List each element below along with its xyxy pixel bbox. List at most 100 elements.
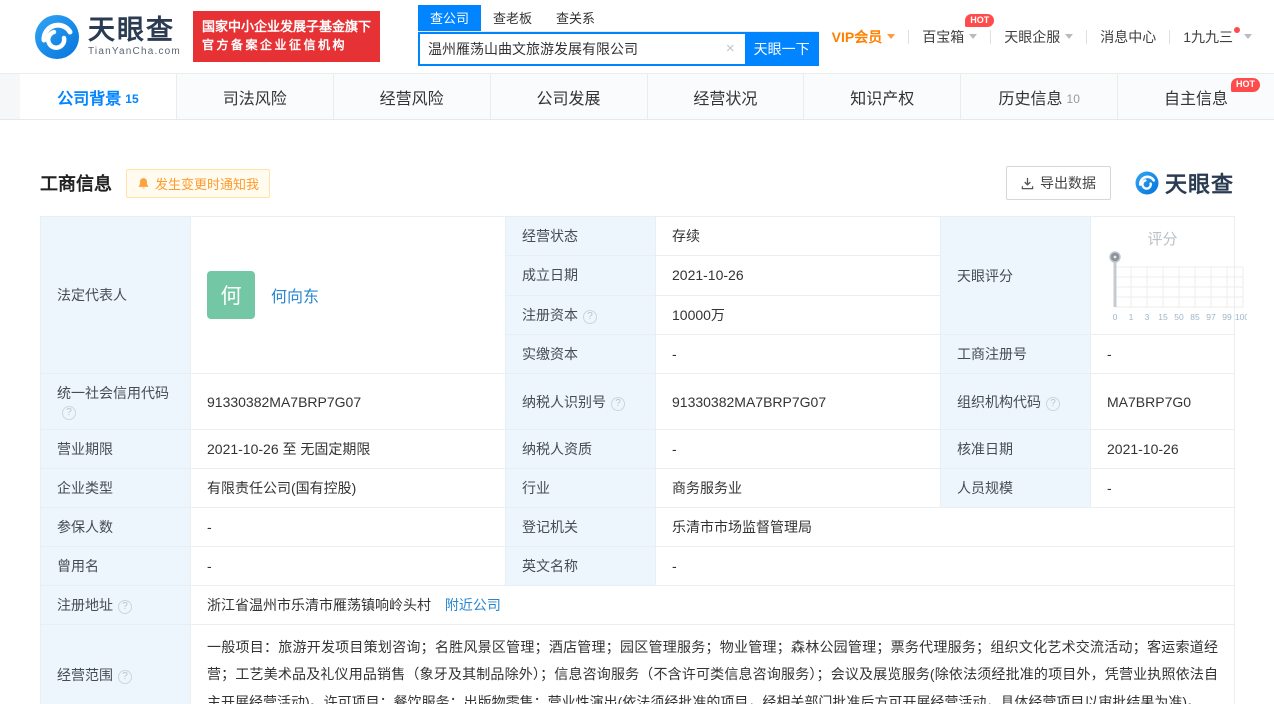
chevron-down-icon bbox=[1065, 34, 1074, 39]
toolbox-label: 百宝箱 bbox=[922, 28, 965, 45]
org-code-label: 组织机构代码? bbox=[940, 373, 1091, 430]
table-row: 注册地址? 浙江省温州市乐清市雁荡镇响岭头村 附近公司 bbox=[40, 585, 1235, 625]
table-row: 曾用名 - 英文名称 - bbox=[40, 546, 1235, 586]
business-info-table: 法定代表人 何 何向东 经营状态 存续 天眼评分 评分 0 1 3 15 50 … bbox=[40, 215, 1247, 704]
tick-label: 100 bbox=[1235, 312, 1247, 322]
chevron-down-icon bbox=[887, 34, 896, 39]
tab-intellectual-property[interactable]: 知识产权 bbox=[804, 74, 962, 119]
bell-icon bbox=[138, 177, 149, 188]
tick-label: 0 bbox=[1113, 312, 1118, 322]
taxpayer-qualification-label: 纳税人资质 bbox=[505, 429, 656, 469]
tab-label: 经营风险 bbox=[379, 90, 444, 108]
former-name-label: 曾用名 bbox=[40, 546, 191, 586]
uscc-label: 统一社会信用代码? bbox=[40, 373, 191, 430]
search-tabs: 查公司 查老板 查关系 bbox=[417, 4, 819, 32]
chevron-down-icon bbox=[969, 34, 978, 39]
cert-line1: 国家中小企业发展子基金旗下 bbox=[201, 19, 371, 35]
brand-name: 天眼查 bbox=[88, 14, 175, 45]
top-menu: VIP会员 HOT 百宝箱 天眼企服 消息中心 1九九三 bbox=[819, 13, 1254, 47]
tianyancha-logo-icon bbox=[35, 14, 79, 59]
search-tab-boss[interactable]: 查老板 bbox=[481, 5, 544, 31]
paid-capital-value: - bbox=[655, 334, 941, 374]
tianyancha-logo[interactable]: 天眼查 TianYanCha.com bbox=[34, 14, 181, 60]
label-text: 经营范围 bbox=[57, 666, 113, 683]
search-input[interactable] bbox=[419, 40, 716, 57]
nearby-companies-link[interactable]: 附近公司 bbox=[445, 597, 501, 613]
menu-enterprise-service[interactable]: 天眼企服 bbox=[991, 27, 1086, 47]
reg-capital-label: 注册资本? bbox=[505, 294, 656, 336]
search-tab-company[interactable]: 查公司 bbox=[417, 4, 481, 31]
menu-message-center[interactable]: 消息中心 bbox=[1087, 27, 1169, 47]
section-head: 工商信息 发生变更时通知我 导出数据 天眼查 bbox=[40, 166, 1234, 200]
tick-label: 3 bbox=[1145, 312, 1150, 322]
tab-company-background[interactable]: 公司背景 15 bbox=[20, 74, 177, 119]
brand-domain: TianYanCha.com bbox=[88, 45, 181, 57]
tab-label: 公司背景 bbox=[57, 90, 122, 108]
tab-company-development[interactable]: 公司发展 bbox=[490, 74, 648, 119]
help-icon[interactable]: ? bbox=[62, 406, 76, 420]
tab-label: 历史信息 bbox=[998, 90, 1063, 108]
approval-date-value: 2021-10-26 bbox=[1090, 429, 1235, 469]
legal-rep-cell: 何 何向东 bbox=[190, 216, 506, 374]
clear-search-icon[interactable]: × bbox=[716, 40, 745, 57]
tab-history-info[interactable]: 历史信息 10 bbox=[961, 74, 1119, 119]
label-text: 注册资本 bbox=[522, 306, 578, 323]
scope-value: 一般项目：旅游开发项目策划咨询；名胜风景区管理；酒店管理；园区管理服务；物业管理… bbox=[190, 624, 1235, 704]
export-data-button[interactable]: 导出数据 bbox=[1005, 166, 1111, 200]
search-area: 查公司 查老板 查关系 × 天眼一下 bbox=[417, 4, 819, 66]
message-center-label: 消息中心 bbox=[1100, 28, 1157, 45]
menu-toolbox[interactable]: HOT 百宝箱 bbox=[909, 13, 995, 47]
scope-label: 经营范围? bbox=[40, 624, 191, 704]
address-value: 浙江省温州市乐清市雁荡镇响岭头村 bbox=[207, 597, 431, 613]
registry-label: 登记机关 bbox=[505, 507, 656, 547]
company-type-value: 有限责任公司(国有控股) bbox=[190, 468, 506, 508]
legal-rep-link[interactable]: 何向东 bbox=[271, 283, 319, 307]
label-text: 纳税人识别号 bbox=[522, 393, 606, 410]
brand-text: 天眼查 TianYanCha.com bbox=[88, 14, 181, 57]
tab-operating-risk[interactable]: 经营风险 bbox=[333, 74, 491, 119]
tab-count: 10 bbox=[1066, 91, 1080, 106]
tick-label: 1 bbox=[1129, 312, 1134, 322]
notification-dot bbox=[1234, 26, 1240, 33]
tab-label: 自主信息 bbox=[1164, 90, 1229, 108]
hot-badge: HOT bbox=[1231, 78, 1260, 92]
tick-label: 85 bbox=[1190, 312, 1200, 322]
table-row: 经营范围? 一般项目：旅游开发项目策划咨询；名胜风景区管理；酒店管理；园区管理服… bbox=[40, 624, 1235, 704]
hot-badge: HOT bbox=[965, 13, 995, 28]
company-type-label: 企业类型 bbox=[40, 468, 191, 508]
help-icon[interactable]: ? bbox=[1046, 396, 1060, 411]
menu-vip[interactable]: VIP会员 bbox=[819, 27, 909, 47]
established-label: 成立日期 bbox=[505, 255, 656, 296]
tab-operating-status[interactable]: 经营状况 bbox=[647, 74, 805, 119]
industry-label: 行业 bbox=[505, 468, 656, 508]
tab-self-published-info[interactable]: 自主信息 HOT bbox=[1118, 74, 1274, 119]
tick-label: 50 bbox=[1174, 312, 1184, 322]
org-code-value: MA7BRP7G0 bbox=[1090, 373, 1235, 430]
help-icon[interactable]: ? bbox=[118, 669, 132, 684]
notify-on-change-button[interactable]: 发生变更时通知我 bbox=[126, 168, 271, 198]
tick-label: 99 bbox=[1222, 312, 1232, 322]
address-cell: 浙江省温州市乐清市雁荡镇响岭头村 附近公司 bbox=[190, 585, 1235, 625]
label-text: 统一社会信用代码 bbox=[57, 385, 169, 401]
business-term-value: 2021-10-26 至 无固定期限 bbox=[190, 429, 506, 469]
help-icon[interactable]: ? bbox=[611, 396, 625, 411]
reg-number-value: - bbox=[1090, 334, 1235, 374]
menu-user-account[interactable]: 1九九三 bbox=[1170, 26, 1254, 47]
approval-date-label: 核准日期 bbox=[940, 429, 1091, 469]
tick-label: 15 bbox=[1158, 312, 1168, 322]
search-tab-relation[interactable]: 查关系 bbox=[544, 5, 607, 31]
status-value: 存续 bbox=[655, 215, 941, 257]
rating-widget: 评分 0 1 3 15 50 85 97 99 100 bbox=[1090, 216, 1247, 335]
watermark-text: 天眼查 bbox=[1164, 172, 1234, 197]
section-title: 工商信息 bbox=[40, 174, 112, 194]
insured-value: - bbox=[190, 507, 506, 547]
help-icon[interactable]: ? bbox=[583, 309, 597, 324]
tab-judicial-risk[interactable]: 司法风险 bbox=[176, 74, 334, 119]
export-label: 导出数据 bbox=[1039, 175, 1096, 191]
tick-label: 97 bbox=[1206, 312, 1216, 322]
search-button[interactable]: 天眼一下 bbox=[744, 31, 819, 66]
avatar[interactable]: 何 bbox=[207, 271, 255, 319]
business-term-label: 营业期限 bbox=[40, 429, 191, 469]
established-value: 2021-10-26 bbox=[655, 255, 941, 296]
help-icon[interactable]: ? bbox=[118, 600, 132, 614]
